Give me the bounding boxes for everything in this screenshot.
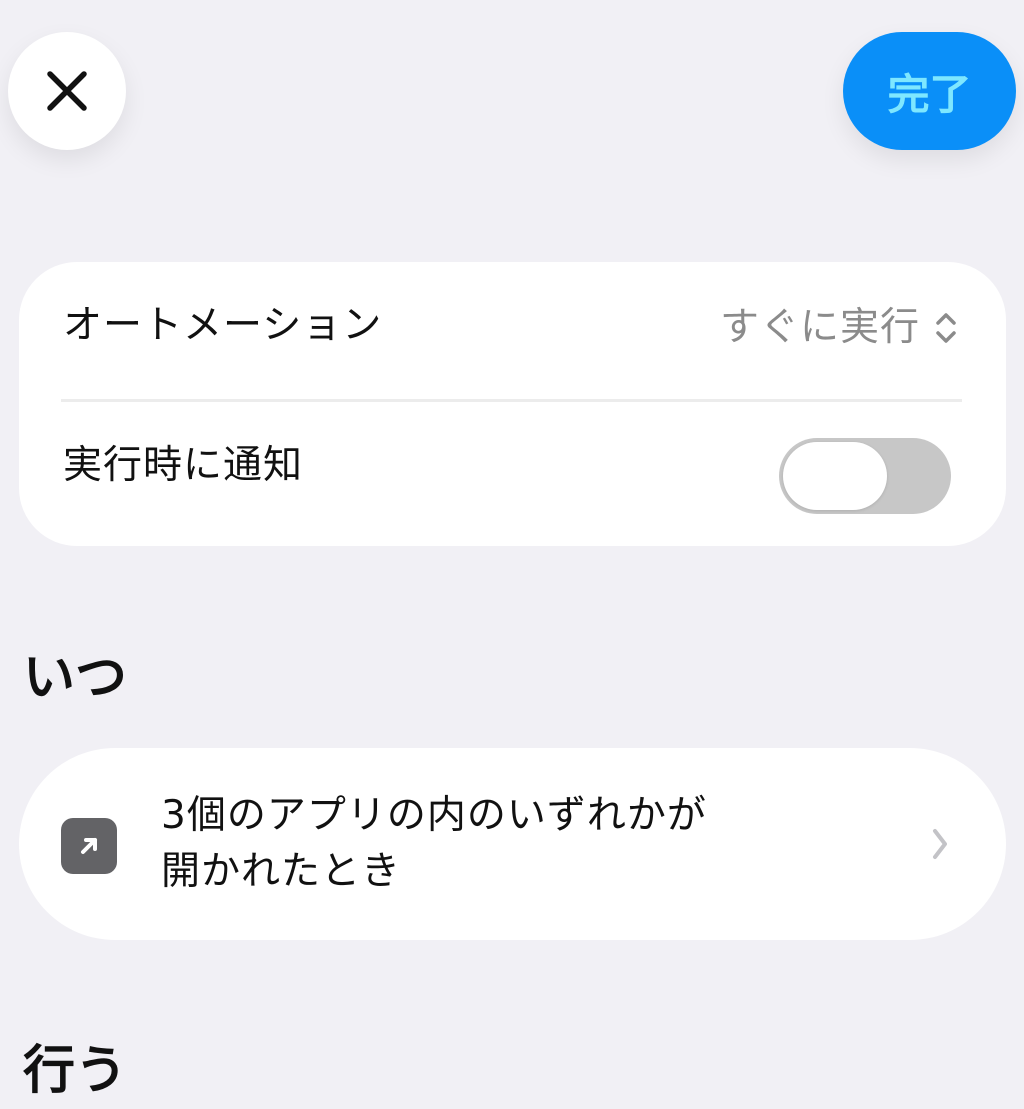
trigger-icon [61, 818, 117, 874]
section-title-do: 行う [23, 1041, 128, 1101]
notify-toggle[interactable] [779, 438, 951, 514]
chevron-up-down-icon [932, 308, 960, 348]
toggle-knob[interactable] [783, 442, 887, 510]
automation-value: すぐに実行 [719, 305, 920, 350]
automation-editor-screen: 完了 オートメーション すぐに実行 実行時に通知 いつ 3個のアプリの内のいずれ… [0, 0, 1024, 1109]
section-title-when: いつ [23, 648, 128, 708]
automation-settings-card: オートメーション すぐに実行 実行時に通知 [19, 262, 1006, 546]
chevron-right-icon [928, 824, 952, 864]
done-button[interactable]: 完了 [843, 32, 1016, 150]
trigger-line-1: 3個のアプリの内のいずれかが [161, 793, 707, 838]
notify-label: 実行時に通知 [63, 443, 304, 488]
trigger-line-2: 開かれたとき [161, 848, 402, 894]
automation-row[interactable]: オートメーション すぐに実行 [19, 262, 1006, 402]
trigger-card[interactable]: 3個のアプリの内のいずれかが 開かれたとき [19, 748, 1006, 940]
arrow-up-right-icon [74, 831, 104, 861]
close-icon [40, 64, 94, 118]
trigger-description: 3個のアプリの内のいずれかが 開かれたとき [161, 788, 881, 900]
automation-value-picker[interactable]: すぐに実行 [719, 305, 960, 350]
automation-label: オートメーション [63, 303, 383, 348]
close-button[interactable] [8, 32, 126, 150]
done-button-label: 完了 [887, 69, 972, 119]
